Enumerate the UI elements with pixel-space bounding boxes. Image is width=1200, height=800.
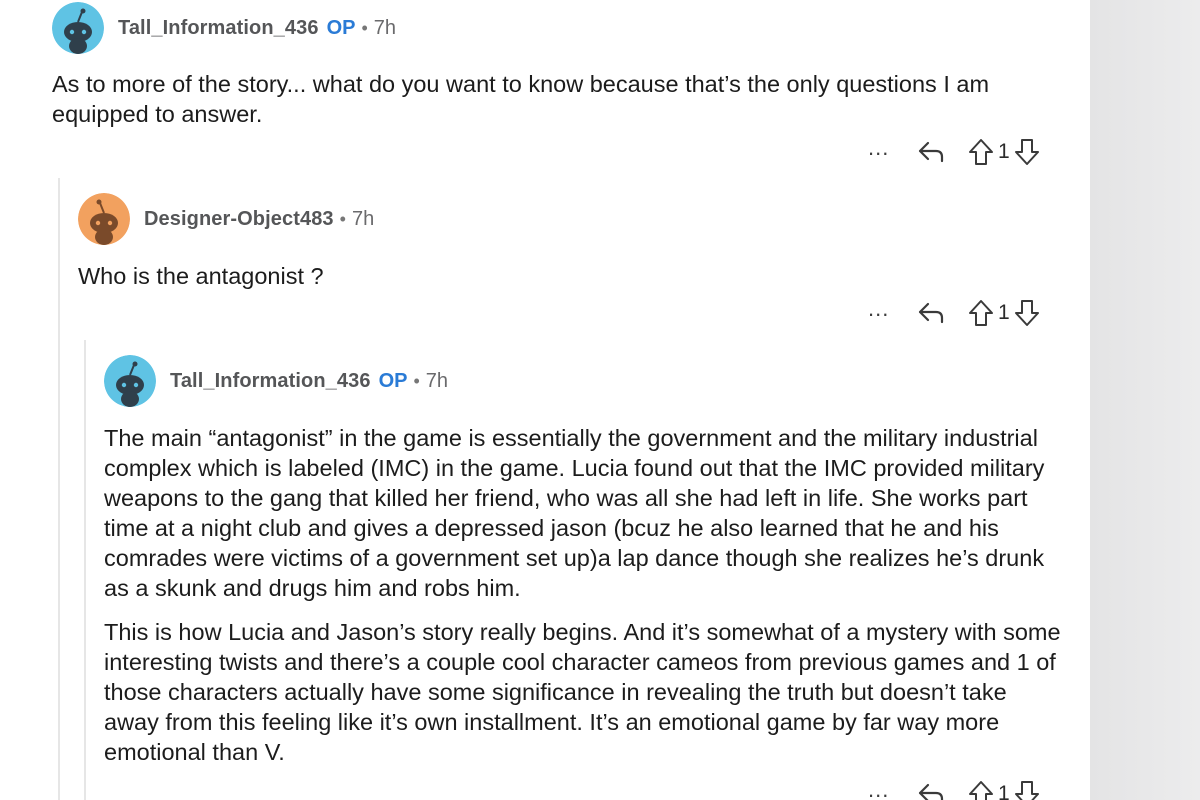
upvote-arrow-icon[interactable] (968, 138, 994, 166)
reply-icon[interactable] (916, 300, 946, 326)
snoo-avatar-icon (104, 355, 156, 407)
downvote-arrow-icon[interactable] (1014, 138, 1040, 166)
more-options-icon[interactable]: ... (868, 298, 908, 320)
op-badge: OP (378, 369, 408, 392)
op-badge: OP (326, 16, 356, 39)
thread-line-level-2[interactable] (84, 340, 86, 800)
comment-body: Who is the antagonist ? (78, 261, 1068, 291)
vote-score: 1 (998, 782, 1010, 800)
downvote-arrow-icon[interactable] (1014, 299, 1040, 327)
comment-body: The main “antagonist” in the game is ess… (104, 423, 1064, 767)
comment-timestamp[interactable]: 7h (352, 208, 374, 231)
comment-username[interactable]: Tall_Information_436 (118, 17, 319, 40)
comment-username[interactable]: Designer-Object483 (144, 208, 334, 231)
comment-actions: ... 1 (868, 778, 1040, 800)
meta-separator: • (339, 208, 346, 229)
snoo-avatar-icon (78, 193, 130, 245)
avatar[interactable] (78, 193, 130, 245)
comment: Tall_Information_436 OP • 7h The main “a… (104, 355, 1074, 767)
comment-paragraph: The main “antagonist” in the game is ess… (104, 425, 1045, 601)
page-background-gutter (1090, 0, 1200, 800)
comment-timestamp[interactable]: 7h (426, 370, 448, 393)
snoo-avatar-icon (52, 2, 104, 54)
comment-paragraph: Who is the antagonist ? (78, 263, 324, 289)
meta-separator: • (413, 370, 420, 391)
comment-body: As to more of the story... what do you w… (52, 69, 1052, 129)
upvote-arrow-icon[interactable] (968, 780, 994, 800)
upvote-arrow-icon[interactable] (968, 299, 994, 327)
comment-actions: ... 1 (868, 136, 1040, 168)
comment-timestamp[interactable]: 7h (374, 17, 396, 40)
comment-meta: Designer-Object483 • 7h (78, 193, 1068, 245)
vote-score: 1 (998, 301, 1010, 324)
avatar[interactable] (52, 2, 104, 54)
more-options-icon[interactable]: ... (868, 779, 908, 800)
comment-paragraph: As to more of the story... what do you w… (52, 71, 990, 127)
more-options-icon[interactable]: ... (868, 137, 908, 159)
avatar[interactable] (104, 355, 156, 407)
reply-icon[interactable] (916, 139, 946, 165)
thread-line-level-1[interactable] (58, 178, 60, 800)
downvote-arrow-icon[interactable] (1014, 780, 1040, 800)
meta-separator: • (361, 17, 368, 38)
comment-username[interactable]: Tall_Information_436 (170, 370, 371, 393)
comment: Tall_Information_436 OP • 7h As to more … (52, 2, 1062, 129)
vote-score: 1 (998, 140, 1010, 163)
comment-actions: ... 1 (868, 297, 1040, 329)
comment-meta: Tall_Information_436 OP • 7h (52, 2, 1062, 54)
comment: Designer-Object483 • 7h Who is the antag… (78, 193, 1068, 291)
reply-icon[interactable] (916, 781, 946, 800)
comment-paragraph: This is how Lucia and Jason’s story real… (104, 619, 1061, 765)
comment-meta: Tall_Information_436 OP • 7h (104, 355, 1074, 407)
